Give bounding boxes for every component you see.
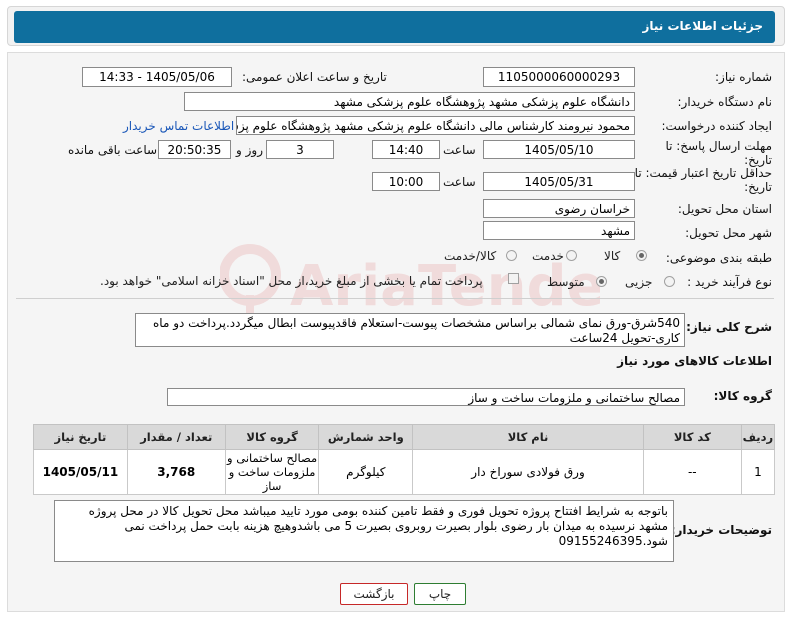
- category-radio-both[interactable]: [506, 250, 517, 261]
- print-button[interactable]: چاپ: [414, 583, 466, 605]
- days-label: روز و: [236, 143, 263, 157]
- province-field: خراسان رضوی: [483, 199, 635, 218]
- col-qty: تعداد / مقدار: [126, 424, 226, 450]
- buyer-org-label: نام دستگاه خریدار:: [677, 95, 773, 109]
- buyer-notes-field: باتوجه به شرایط افتتاح پروژه تحویل فوری …: [54, 500, 674, 562]
- cell-qty: 3,768: [126, 449, 226, 495]
- buyer-contact-link[interactable]: اطلاعات تماس خریدار: [123, 119, 234, 133]
- category-option-service: خدمت: [532, 249, 564, 263]
- cell-code: --: [642, 449, 742, 495]
- cell-date: 1405/05/11: [33, 449, 128, 495]
- deadline-date-field: 1405/05/10: [483, 140, 635, 159]
- validity-time-field: 10:00: [372, 172, 440, 191]
- deadline-label: مهلت ارسال پاسخ: تا تاریخ:: [665, 139, 772, 167]
- validity-hour-label: ساعت: [443, 175, 476, 189]
- description-label: شرح کلی نیاز:: [686, 320, 772, 334]
- goods-section-title: اطلاعات کالاهای مورد نیاز: [617, 354, 772, 368]
- category-option-goods: کالا: [604, 249, 621, 263]
- cell-group: مصالح ساختمانی و ملزومات ساخت و ساز: [224, 449, 320, 495]
- table-row: 1 -- ورق فولادی سوراخ دار کیلوگرم مصالح …: [33, 449, 776, 495]
- buyer-org-field: دانشگاه علوم پزشکی مشهد پژوهشگاه علوم پز…: [184, 92, 635, 111]
- goods-group-field: مصالح ساختمانی و ملزومات ساخت و ساز: [167, 388, 685, 406]
- category-radio-goods[interactable]: [636, 250, 647, 261]
- category-radio-service[interactable]: [566, 250, 577, 261]
- announce-datetime-field: 1405/05/06 - 14:33: [82, 67, 232, 87]
- deadline-time-field: 14:40: [372, 140, 440, 159]
- col-index: ردیف: [740, 424, 776, 450]
- need-number-label: شماره نیاز:: [715, 70, 772, 84]
- col-group: گروه کالا: [224, 424, 320, 450]
- remaining-time-label: ساعت باقی مانده: [68, 143, 158, 157]
- city-label: شهر محل تحویل:: [685, 226, 772, 240]
- category-option-both: کالا/خدمت: [444, 249, 497, 263]
- treasury-checkbox[interactable]: [508, 273, 519, 284]
- creator-field: محمود نیرومند کارشناس مالی دانشگاه علوم …: [236, 116, 635, 135]
- page-title: جزئیات اطلاعات نیاز: [642, 19, 763, 33]
- purchase-radio-minor[interactable]: [664, 276, 675, 287]
- goods-table: ردیف کد کالا نام کالا واحد شمارش گروه کا…: [33, 424, 776, 495]
- col-date: تاریخ نیاز: [33, 424, 128, 450]
- description-field: 540شرق-ورق نمای شمالی براساس مشخصات پیوس…: [135, 313, 685, 347]
- remaining-time-field: 20:50:35: [158, 140, 231, 159]
- need-number-field: 1105000060000293: [483, 67, 635, 87]
- purchase-option-minor: جزیی: [625, 275, 653, 289]
- creator-label: ایجاد کننده درخواست:: [661, 119, 772, 133]
- goods-table-header: ردیف کد کالا نام کالا واحد شمارش گروه کا…: [33, 424, 776, 450]
- back-button[interactable]: بازگشت: [340, 583, 408, 605]
- col-code: کد کالا: [642, 424, 742, 450]
- goods-group-label: گروه کالا:: [713, 389, 772, 403]
- purchase-radio-medium[interactable]: [596, 276, 607, 287]
- col-unit: واحد شمارش: [318, 424, 414, 450]
- buyer-notes-label: توضیحات خریدار:: [670, 523, 772, 537]
- announce-label: تاریخ و ساعت اعلان عمومی:: [242, 70, 387, 84]
- validity-date-field: 1405/05/31: [483, 172, 635, 191]
- col-name: نام کالا: [412, 424, 644, 450]
- category-label: طبقه بندی موضوعی:: [665, 251, 772, 265]
- purchase-type-label: نوع فرآیند خرید :: [687, 275, 772, 289]
- divider: [16, 298, 774, 299]
- cell-name: ورق فولادی سوراخ دار: [412, 449, 644, 495]
- deadline-hour-label: ساعت: [443, 143, 476, 157]
- treasury-note: پرداخت تمام یا بخشی از مبلغ خرید،از محل …: [100, 274, 483, 288]
- validity-label: حداقل تاریخ اعتبار قیمت: تا تاریخ:: [634, 166, 772, 194]
- province-label: استان محل تحویل:: [677, 202, 772, 216]
- purchase-option-medium: متوسط: [547, 275, 585, 289]
- days-field: 3: [266, 140, 334, 159]
- city-field: مشهد: [483, 221, 635, 240]
- page-header: جزئیات اطلاعات نیاز: [14, 11, 775, 43]
- cell-index: 1: [740, 449, 776, 495]
- cell-unit: کیلوگرم: [318, 449, 414, 495]
